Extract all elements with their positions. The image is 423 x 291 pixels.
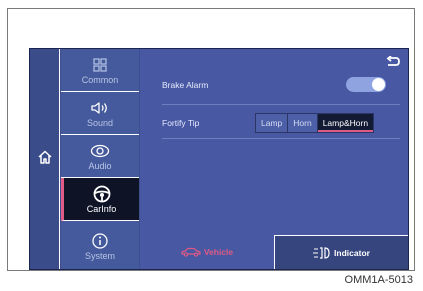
sidebar-item-label: Common bbox=[81, 74, 119, 85]
steering-wheel-icon bbox=[93, 185, 111, 203]
sidebar-item-system[interactable]: System bbox=[61, 221, 139, 271]
sidebar-item-common[interactable]: Common bbox=[61, 49, 139, 92]
info-icon bbox=[92, 232, 108, 250]
speaker-icon bbox=[91, 99, 109, 117]
fortify-option-lamp[interactable]: Lamp bbox=[256, 114, 289, 132]
tab-label: Indicator bbox=[334, 247, 370, 258]
brake-alarm-toggle[interactable] bbox=[346, 77, 386, 92]
sidebar-item-sound[interactable]: Sound bbox=[61, 92, 139, 135]
tab-label: Vehicle bbox=[203, 247, 234, 257]
indicator-icon bbox=[313, 246, 331, 259]
row-divider bbox=[162, 138, 400, 139]
carinfo-panel: Brake Alarm Fortify Tip Lamp Horn Lamp&H… bbox=[140, 49, 408, 269]
sidebar-item-label: CarInfo bbox=[86, 203, 117, 214]
sidebar-item-carinfo[interactable]: CarInfo bbox=[61, 178, 139, 221]
grid-icon bbox=[93, 56, 107, 74]
home-icon bbox=[37, 149, 53, 170]
sidebar-item-label: Audio bbox=[88, 160, 112, 171]
brake-alarm-label: Brake Alarm bbox=[162, 80, 209, 90]
head-unit-screen: Common Sound Audio CarInfo System Brake … bbox=[29, 48, 409, 270]
back-icon[interactable] bbox=[386, 55, 400, 73]
bottom-tab-bar: Vehicle Indicator bbox=[140, 235, 408, 269]
sidebar-item-label: System bbox=[84, 250, 115, 261]
figure-frame: Common Sound Audio CarInfo System Brake … bbox=[7, 8, 415, 271]
audio-icon bbox=[90, 142, 110, 160]
fortify-tip-selector: Lamp Horn Lamp&Horn bbox=[255, 113, 375, 133]
row-divider bbox=[162, 104, 400, 105]
figure-caption: OMM1A-5013 bbox=[344, 274, 413, 286]
toggle-knob bbox=[372, 78, 385, 91]
tab-indicator[interactable]: Indicator bbox=[274, 235, 408, 269]
tab-vehicle[interactable]: Vehicle bbox=[140, 235, 274, 269]
sidebar-item-label: Sound bbox=[86, 117, 114, 128]
car-icon bbox=[181, 247, 201, 257]
sidebar-item-audio[interactable]: Audio bbox=[61, 135, 139, 178]
settings-menu: Common Sound Audio CarInfo System bbox=[61, 49, 139, 269]
fortify-tip-label: Fortify Tip bbox=[162, 118, 200, 128]
home-button[interactable] bbox=[30, 49, 60, 269]
fortify-option-lamp-horn[interactable]: Lamp&Horn bbox=[317, 114, 374, 132]
fortify-option-horn[interactable]: Horn bbox=[288, 114, 318, 132]
